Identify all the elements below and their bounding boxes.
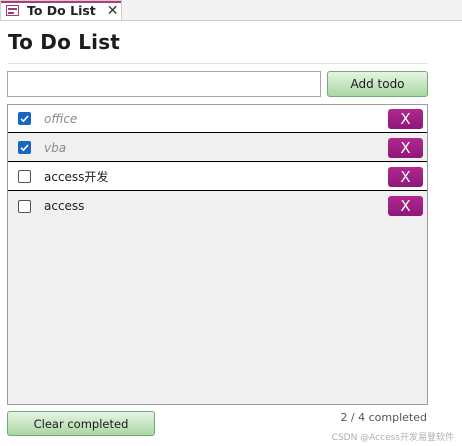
todo-text: access (44, 199, 85, 213)
delete-todo-button[interactable]: X (388, 166, 423, 187)
document-tab-strip: To Do List ✕ (0, 0, 462, 21)
tab-title: To Do List (27, 3, 96, 18)
checkmark-icon (20, 144, 29, 152)
close-icon[interactable]: ✕ (107, 4, 119, 18)
delete-todo-button[interactable]: X (388, 108, 423, 129)
add-todo-button[interactable]: Add todo (327, 71, 428, 97)
checkmark-icon (20, 115, 29, 123)
todo-text: vba (44, 140, 67, 155)
form-icon (6, 5, 19, 16)
completion-status: 2 / 4 completed (340, 411, 427, 424)
todo-checkbox[interactable] (18, 141, 31, 154)
todo-row: office X (8, 105, 427, 133)
todo-text: access开发 (44, 170, 109, 184)
watermark: CSDN @Access开发易登软件 (331, 433, 454, 443)
todo-row: access X (8, 192, 427, 220)
todo-list: office X vba X access开发 X access X (7, 104, 428, 405)
divider (8, 63, 428, 64)
todo-checkbox[interactable] (18, 199, 31, 213)
todo-checkbox[interactable] (18, 112, 31, 125)
todo-checkbox[interactable] (18, 170, 31, 183)
todo-text: office (44, 111, 78, 126)
clear-completed-button[interactable]: Clear completed (7, 411, 155, 436)
todo-row: vba X (8, 134, 427, 162)
delete-todo-button[interactable]: X (388, 196, 423, 216)
todo-row: access开发 X (8, 163, 427, 191)
new-todo-input[interactable] (7, 71, 321, 97)
delete-todo-button[interactable]: X (388, 137, 423, 158)
document-tab[interactable]: To Do List ✕ (0, 0, 122, 20)
tab-accent-bar (1, 1, 121, 3)
page-title: To Do List (8, 30, 121, 54)
